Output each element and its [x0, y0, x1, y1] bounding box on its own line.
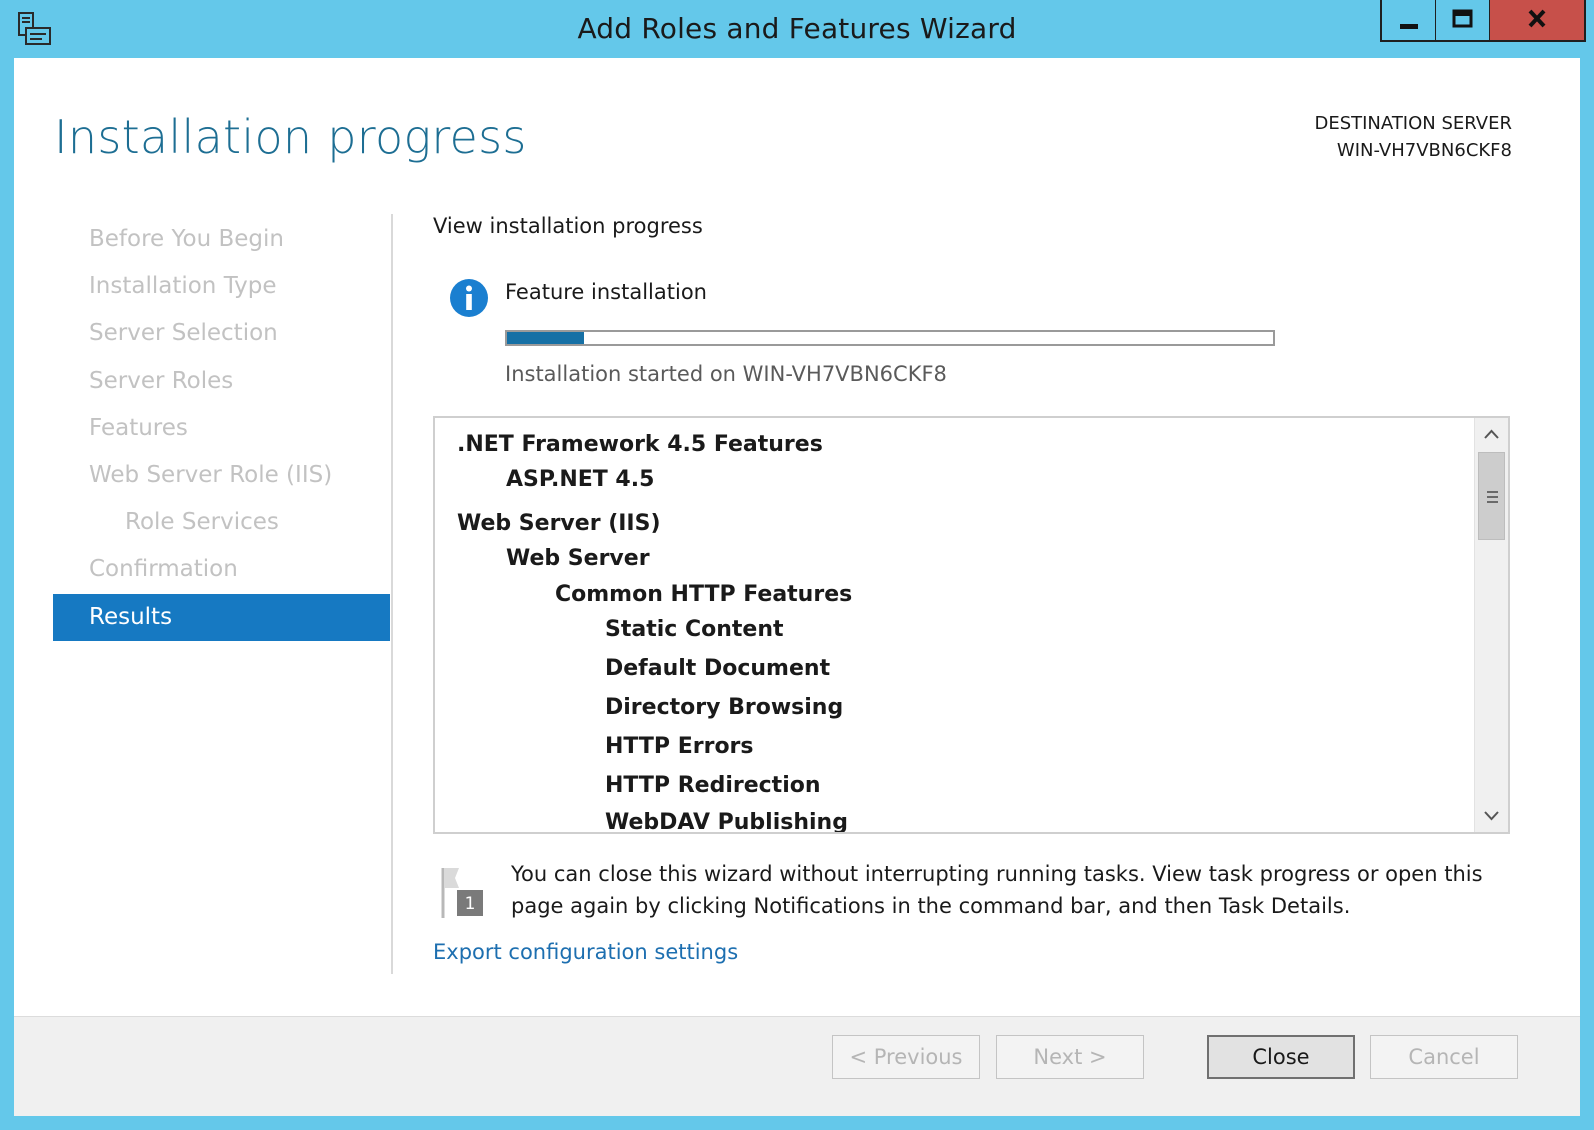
export-configuration-link[interactable]: Export configuration settings — [433, 940, 738, 964]
minimize-button[interactable] — [1382, 0, 1436, 40]
progress-fill — [507, 332, 584, 344]
nav-step-installation-type: Installation Type — [89, 273, 277, 300]
destination-server-name: WIN-VH7VBN6CKF8 — [1336, 140, 1512, 161]
scroll-down-button[interactable] — [1475, 800, 1508, 832]
feature-list-scrollbar[interactable] — [1474, 418, 1508, 832]
feature-list-content: .NET Framework 4.5 Features ASP.NET 4.5 We… — [435, 418, 1474, 832]
nav-step-results[interactable]: Results — [53, 593, 390, 641]
minimize-icon — [1400, 24, 1418, 29]
close-wizard-note: You can close this wizard without interr… — [511, 862, 1483, 918]
next-button[interactable]: Next > — [996, 1035, 1144, 1079]
destination-label: DESTINATION SERVER — [1314, 113, 1512, 134]
nav-step-before-you-begin: Before You Begin — [89, 226, 284, 252]
feature-list-item: Web Server — [506, 546, 650, 571]
feature-list-item: Static Content — [605, 617, 784, 642]
feature-list-item: Common HTTP Features — [555, 582, 853, 607]
feature-list-item: .NET Framework 4.5 Features — [457, 432, 823, 457]
wizard-footer: < Previous Next > Close Cancel — [14, 1016, 1580, 1116]
feature-list-item: HTTP Redirection — [605, 773, 821, 798]
close-button[interactable]: Close — [1207, 1035, 1355, 1079]
close-icon — [1528, 9, 1546, 28]
destination-server: DESTINATION SERVER WIN-VH7VBN6CKF8 — [1314, 110, 1512, 164]
nav-step-server-roles: Server Roles — [89, 367, 234, 394]
window-frame: Add Roles and Features Wizard Installati… — [0, 0, 1594, 1130]
feature-list-item: HTTP Errors — [605, 734, 754, 759]
scroll-thumb[interactable] — [1478, 452, 1505, 540]
feature-list[interactable]: .NET Framework 4.5 Features ASP.NET 4.5 We… — [433, 416, 1510, 834]
notification-flag-icon: 1 — [441, 868, 483, 918]
feature-list-item: Web Server (IIS) — [457, 511, 661, 536]
notification-badge: 1 — [465, 894, 476, 914]
nav-step-features: Features — [89, 414, 188, 441]
chevron-down-icon — [1484, 811, 1499, 821]
installation-started-text: Installation started on WIN-VH7VBN6CKF8 — [505, 362, 947, 386]
nav-step-server-selection: Server Selection — [89, 320, 278, 347]
nav-step-role-services: Role Services — [125, 509, 279, 536]
feature-list-item: WebDAV Publishing — [605, 810, 848, 832]
wizard-client-area: Installation progress DESTINATION SERVER… — [14, 58, 1580, 1116]
feature-list-item: Directory Browsing — [605, 695, 844, 720]
title-bar[interactable]: Add Roles and Features Wizard — [0, 0, 1594, 58]
window-controls — [1380, 0, 1586, 42]
feature-installation-label: Feature installation — [505, 280, 707, 304]
wizard-steps-nav: Before You Begin Installation Type Server … — [53, 216, 390, 641]
page-title: Installation progress — [54, 110, 527, 164]
section-label: View installation progress — [433, 214, 703, 238]
installation-progress-bar — [505, 330, 1275, 346]
previous-button[interactable]: < Previous — [832, 1035, 980, 1079]
nav-step-confirmation: Confirmation — [89, 556, 238, 583]
scroll-up-button[interactable] — [1475, 418, 1508, 450]
cancel-button[interactable]: Cancel — [1370, 1035, 1518, 1079]
window-title: Add Roles and Features Wizard — [577, 12, 1017, 45]
feature-list-item: Default Document — [605, 656, 831, 681]
nav-divider — [391, 214, 393, 974]
close-window-button[interactable] — [1490, 0, 1584, 40]
info-icon — [450, 279, 488, 317]
maximize-icon — [1452, 9, 1473, 28]
maximize-button[interactable] — [1436, 0, 1490, 40]
chevron-up-icon — [1484, 429, 1499, 439]
nav-step-web-server-role-iis: Web Server Role (IIS) — [89, 461, 333, 488]
grip-icon — [1487, 491, 1498, 503]
feature-list-item: ASP.NET 4.5 — [506, 467, 655, 492]
